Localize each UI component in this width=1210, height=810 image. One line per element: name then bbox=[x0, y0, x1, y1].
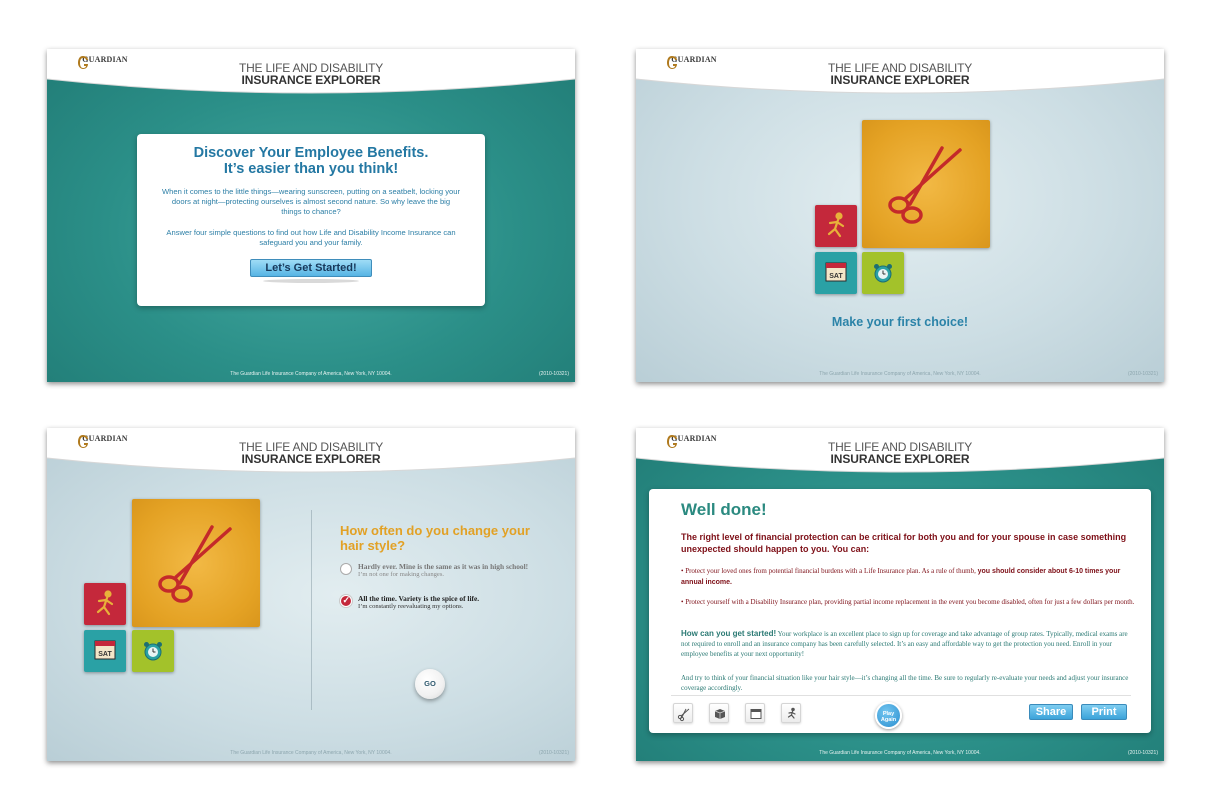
package-icon bbox=[714, 709, 726, 719]
footer-code: (2010-10321) bbox=[538, 371, 569, 377]
footer-code: (2010-10321) bbox=[1127, 750, 1158, 756]
app-title-line2: INSURANCE EXPLORER bbox=[241, 452, 381, 466]
toolbar-activity-button[interactable] bbox=[781, 703, 801, 723]
intro-heading-line1: Discover Your Employee Benefits. bbox=[193, 145, 429, 161]
footer: The Guardian Life Insurance Company of A… bbox=[47, 369, 575, 379]
running-man-icon bbox=[787, 707, 796, 719]
running-man-icon bbox=[827, 212, 845, 238]
calendar-label: SAT bbox=[829, 273, 843, 280]
footer-code: (2010-10321) bbox=[1127, 371, 1158, 377]
app-header: GUARDIAN THE LIFE AND DISABILITY INSURAN… bbox=[636, 428, 1164, 476]
alarm-clock-icon bbox=[874, 264, 892, 283]
toolbar-calendar-button[interactable] bbox=[745, 703, 765, 723]
toolbar-package-button[interactable] bbox=[709, 703, 729, 723]
running-man-icon bbox=[96, 590, 114, 616]
calendar-sat-icon: SAT bbox=[94, 640, 116, 660]
footer: The Guardian Life Insurance Company of A… bbox=[636, 748, 1164, 758]
tile-hairstyle[interactable] bbox=[862, 120, 990, 248]
scissors-icon bbox=[158, 525, 232, 603]
intro-heading-line2: It’s easier than you think! bbox=[223, 161, 399, 177]
question-screen: GUARDIAN THE LIFE AND DISABILITY INSURAN… bbox=[47, 428, 575, 761]
guardian-logo: GUARDIAN bbox=[77, 434, 133, 448]
choice-prompt: Make your first choice! bbox=[831, 315, 969, 329]
footer-copyright: The Guardian Life Insurance Company of A… bbox=[819, 371, 981, 377]
play-again-line2: Again bbox=[880, 717, 897, 723]
guardian-logo: GUARDIAN bbox=[666, 55, 722, 69]
app-title-line2: INSURANCE EXPLORER bbox=[830, 73, 970, 87]
guardian-logo: GUARDIAN bbox=[666, 434, 722, 448]
bullet-disability-insurance: • Protect yourself with a Disability Ins… bbox=[681, 598, 1135, 606]
get-started-button[interactable]: Let’s Get Started! bbox=[250, 259, 372, 277]
tile-activity[interactable] bbox=[815, 205, 857, 247]
scissors-icon bbox=[677, 708, 690, 722]
results-lead: The right level of financial protection … bbox=[681, 532, 1127, 554]
tile-time[interactable] bbox=[132, 630, 174, 672]
guardian-logo: GUARDIAN bbox=[77, 55, 133, 69]
footer-code: (2010-10321) bbox=[538, 750, 569, 756]
intro-card: Discover Your Employee Benefits. It’s ea… bbox=[137, 134, 485, 306]
footer: The Guardian Life Insurance Company of A… bbox=[636, 369, 1164, 379]
button-shadow bbox=[263, 279, 359, 283]
results-title: Well done! bbox=[681, 500, 767, 519]
share-button[interactable]: Share bbox=[1029, 704, 1073, 720]
app-header: GUARDIAN THE LIFE AND DISABILITY INSURAN… bbox=[636, 49, 1164, 97]
option-sub-text: I’m not one for making changes. bbox=[358, 571, 445, 578]
tile-activity[interactable] bbox=[84, 583, 126, 625]
option-main-text: Hardly ever. Mine is the same as it was … bbox=[358, 562, 529, 571]
bullet-text: • Protect your loved ones from potential… bbox=[681, 567, 976, 575]
option-sub-text: I’m constantly reevaluating my options. bbox=[358, 603, 464, 610]
play-again-button[interactable]: Play Again bbox=[875, 702, 902, 729]
app-title-line2: INSURANCE EXPLORER bbox=[830, 452, 970, 466]
go-button[interactable]: GO bbox=[415, 669, 445, 699]
welcome-screen: GUARDIAN THE LIFE AND DISABILITY INSURAN… bbox=[47, 49, 575, 382]
app-header: GUARDIAN THE LIFE AND DISABILITY INSURAN… bbox=[47, 49, 575, 97]
calendar-icon bbox=[750, 709, 762, 719]
tile-time[interactable] bbox=[862, 252, 904, 294]
intro-paragraph-2: Answer four simple questions to find out… bbox=[166, 228, 456, 247]
radio-button-selected[interactable] bbox=[340, 595, 352, 607]
calendar-label: SAT bbox=[98, 651, 112, 658]
bullet-life-insurance: • Protect your loved ones from potential… bbox=[681, 566, 1136, 588]
alarm-clock-icon bbox=[144, 642, 162, 661]
intro-heading: Discover Your Employee Benefits. It’s ea… bbox=[137, 145, 485, 177]
question-text: How often do you change your hair style? bbox=[340, 523, 530, 553]
vertical-divider bbox=[311, 510, 312, 710]
footer: The Guardian Life Insurance Company of A… bbox=[47, 748, 575, 758]
tile-weekend[interactable]: SAT bbox=[815, 252, 857, 294]
print-button[interactable]: Print bbox=[1081, 704, 1127, 720]
results-card: Well done! The right level of financial … bbox=[649, 489, 1151, 733]
toolbar-scissors-button[interactable] bbox=[673, 703, 693, 723]
toolbar-divider bbox=[671, 695, 1131, 696]
footer-copyright: The Guardian Life Insurance Company of A… bbox=[230, 750, 392, 756]
footer-copyright: The Guardian Life Insurance Company of A… bbox=[230, 371, 392, 377]
tile-hairstyle[interactable] bbox=[132, 499, 260, 627]
choice-screen: GUARDIAN THE LIFE AND DISABILITY INSURAN… bbox=[636, 49, 1164, 382]
app-header: GUARDIAN THE LIFE AND DISABILITY INSURAN… bbox=[47, 428, 575, 476]
intro-paragraph-1: When it comes to the little things—weari… bbox=[161, 187, 460, 216]
option-main-text: All the time. Variety is the spice of li… bbox=[358, 594, 480, 603]
scissors-icon bbox=[888, 146, 962, 224]
paragraph-heading: How can you get started! bbox=[681, 629, 777, 638]
tile-weekend[interactable]: SAT bbox=[84, 630, 126, 672]
app-title-line2: INSURANCE EXPLORER bbox=[241, 73, 381, 87]
get-started-paragraph: How can you get started! Your workplace … bbox=[681, 629, 1136, 659]
closing-paragraph: And try to think of your financial situa… bbox=[681, 674, 1129, 692]
results-screen: GUARDIAN THE LIFE AND DISABILITY INSURAN… bbox=[636, 428, 1164, 761]
calendar-sat-icon: SAT bbox=[825, 262, 847, 282]
radio-button[interactable] bbox=[340, 563, 352, 575]
footer-copyright: The Guardian Life Insurance Company of A… bbox=[819, 750, 981, 756]
